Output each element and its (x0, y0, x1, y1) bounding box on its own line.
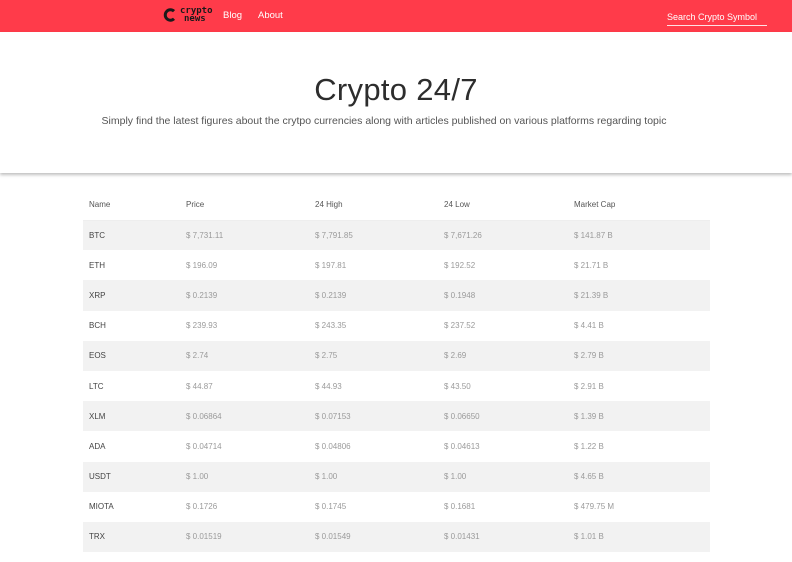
cell-symbol: XRP (89, 290, 106, 300)
search-input[interactable] (667, 9, 767, 26)
table-row[interactable]: TRX $ 0.01519 $ 0.01549 $ 0.01431 $ 1.01… (83, 521, 710, 553)
cell-market-cap: $ 1.39 B (574, 411, 604, 421)
cell-price: $ 0.06864 (186, 411, 222, 421)
nav-link-blog[interactable]: Blog (223, 10, 242, 21)
cell-price: $ 239.93 (186, 321, 218, 331)
table-row[interactable]: EOS $ 2.74 $ 2.75 $ 2.69 $ 2.79 B (83, 340, 710, 371)
cell-24-low: $ 0.01431 (444, 532, 480, 542)
cell-symbol: BTC (89, 230, 105, 240)
cell-market-cap: $ 141.87 B (574, 230, 613, 240)
cell-24-high: $ 44.93 (315, 381, 342, 391)
cell-symbol: USDT (89, 472, 111, 482)
cell-market-cap: $ 2.91 B (574, 381, 604, 391)
table-row[interactable]: LTC $ 44.87 $ 44.93 $ 43.50 $ 2.91 B (83, 371, 710, 401)
cell-24-low: $ 2.69 (444, 351, 467, 361)
cell-market-cap: $ 21.71 B (574, 260, 609, 270)
cell-symbol: TRX (89, 532, 105, 542)
cell-market-cap: $ 479.75 M (574, 502, 615, 512)
nav-link-about[interactable]: About (258, 10, 283, 21)
table-row[interactable]: ADA $ 0.04714 $ 0.04806 $ 0.04613 $ 1.22… (83, 431, 710, 461)
column-header-market-cap[interactable]: Market Cap (568, 190, 710, 221)
crypto-table-container: Name Price 24 High 24 Low Market Cap BTC… (83, 190, 710, 553)
column-header-name[interactable]: Name (83, 190, 180, 221)
table-row[interactable]: ETH $ 196.09 $ 197.81 $ 192.52 $ 21.71 B (83, 250, 710, 280)
cell-24-low: $ 0.1681 (444, 502, 476, 512)
table-row[interactable]: BTC $ 7,731.11 $ 7,791.85 $ 7,671.26 $ 1… (83, 220, 710, 251)
cell-symbol: ETH (89, 260, 105, 270)
cell-price: $ 0.04714 (186, 441, 222, 451)
cell-24-high: $ 2.75 (315, 351, 338, 361)
cell-24-high: $ 0.2139 (315, 290, 347, 300)
table-row[interactable]: MIOTA $ 0.1726 $ 0.1745 $ 0.1681 $ 479.7… (83, 492, 710, 522)
hero-section: Crypto 24/7 Simply find the latest figur… (0, 32, 792, 173)
page-subtitle: Simply find the latest figures about the… (101, 115, 667, 127)
cell-24-high: $ 197.81 (315, 260, 347, 270)
cell-24-low: $ 0.06650 (444, 411, 480, 421)
table-row[interactable]: BCH $ 239.93 $ 243.35 $ 237.52 $ 4.41 B (83, 311, 710, 341)
top-navbar: crypto news Blog About (0, 0, 792, 32)
cell-24-low: $ 192.52 (444, 260, 476, 270)
table-row[interactable]: USDT $ 1.00 $ 1.00 $ 1.00 $ 4.65 B (83, 461, 710, 492)
cell-price: $ 44.87 (186, 381, 213, 391)
logo-text-bottom: news (184, 14, 206, 24)
table-row[interactable]: XLM $ 0.06864 $ 0.07153 $ 0.06650 $ 1.39… (83, 401, 710, 432)
cell-market-cap: $ 21.39 B (574, 290, 609, 300)
cell-24-high: $ 0.1745 (315, 502, 347, 512)
cell-price: $ 0.2139 (186, 290, 218, 300)
cell-market-cap: $ 4.41 B (574, 321, 604, 331)
page-title: Crypto 24/7 (314, 72, 478, 107)
logo[interactable]: crypto news (162, 7, 213, 24)
cell-price: $ 196.09 (186, 260, 218, 270)
table-header-row: Name Price 24 High 24 Low Market Cap (83, 190, 710, 221)
cell-24-high: $ 0.07153 (315, 411, 351, 421)
cell-24-high: $ 0.04806 (315, 441, 351, 451)
logo-wordmark: crypto news (180, 7, 213, 24)
cell-price: $ 7,731.11 (186, 230, 224, 240)
cell-market-cap: $ 4.65 B (574, 472, 604, 482)
logo-c-icon (162, 8, 176, 22)
cell-24-low: $ 7,671.26 (444, 230, 482, 240)
cell-symbol: EOS (89, 351, 106, 361)
cell-24-high: $ 1.00 (315, 472, 338, 482)
cell-24-low: $ 237.52 (444, 321, 476, 331)
cell-24-high: $ 243.35 (315, 321, 347, 331)
cell-market-cap: $ 1.22 B (574, 441, 604, 451)
cell-price: $ 0.1726 (186, 502, 218, 512)
cell-24-low: $ 0.1948 (444, 290, 476, 300)
cell-24-high: $ 0.01549 (315, 532, 351, 542)
cell-price: $ 1.00 (186, 472, 209, 482)
cell-symbol: BCH (89, 321, 106, 331)
cell-symbol: ADA (89, 441, 106, 451)
cell-24-low: $ 43.50 (444, 381, 471, 391)
table-row[interactable]: XRP $ 0.2139 $ 0.2139 $ 0.1948 $ 21.39 B (83, 280, 710, 311)
column-header-price[interactable]: Price (180, 190, 309, 221)
cell-price: $ 0.01519 (186, 532, 222, 542)
cell-symbol: MIOTA (89, 502, 114, 512)
cell-symbol: XLM (89, 411, 106, 421)
cell-24-low: $ 1.00 (444, 472, 467, 482)
cell-24-high: $ 7,791.85 (315, 230, 353, 240)
crypto-table: Name Price 24 High 24 Low Market Cap BTC… (83, 190, 710, 553)
cell-price: $ 2.74 (186, 351, 209, 361)
cell-symbol: LTC (89, 381, 104, 391)
cell-24-low: $ 0.04613 (444, 441, 480, 451)
column-header-24-high[interactable]: 24 High (309, 190, 438, 221)
cell-market-cap: $ 1.01 B (574, 532, 604, 542)
column-header-24-low[interactable]: 24 Low (438, 190, 568, 221)
cell-market-cap: $ 2.79 B (574, 351, 604, 361)
